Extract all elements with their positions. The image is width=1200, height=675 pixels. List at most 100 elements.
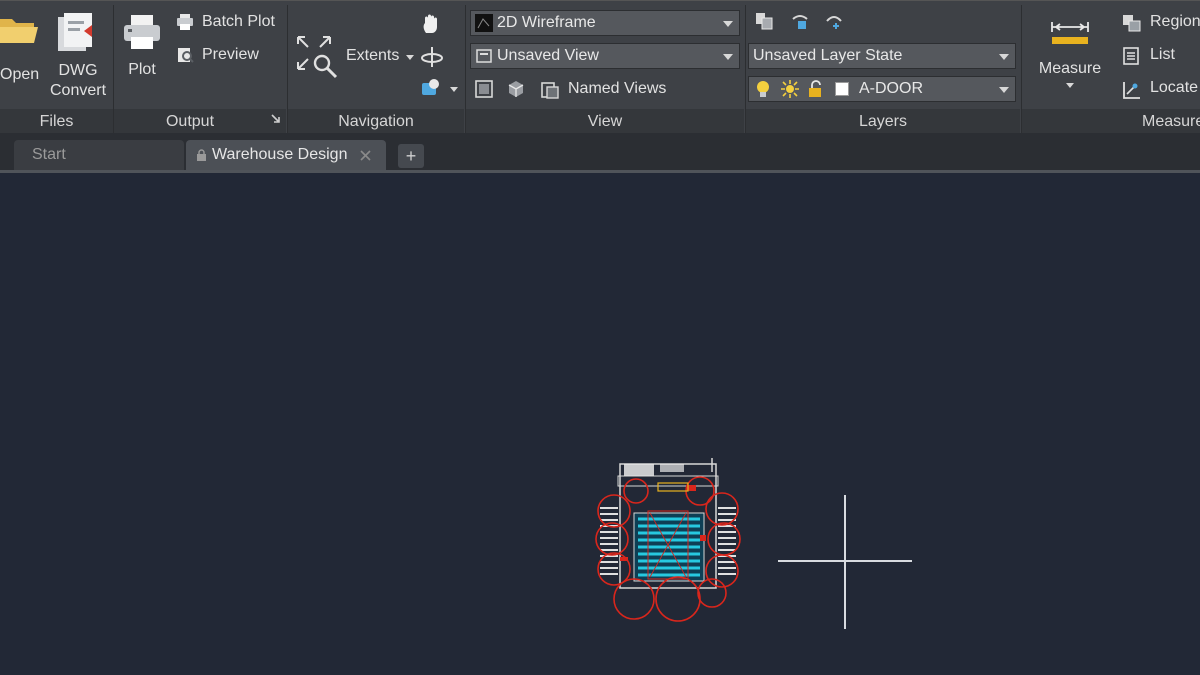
visual-style-dropdown[interactable]: 2D Wireframe — [470, 10, 740, 36]
steering-wheel-dropdown-arrow[interactable] — [450, 87, 458, 92]
measure-button[interactable]: Measure — [1030, 15, 1110, 95]
output-panel: Plot Batch Plot Preview Output — [114, 1, 286, 134]
visual-style-value: 2D Wireframe — [497, 14, 596, 31]
saved-view-dropdown[interactable]: Unsaved View — [470, 43, 740, 69]
close-icon[interactable] — [360, 150, 371, 161]
preview-button[interactable]: Preview — [174, 44, 282, 68]
layer-state-dropdown[interactable]: Unsaved Layer State — [748, 43, 1016, 69]
named-views-button[interactable]: Named Views — [538, 77, 688, 103]
region-label: Region — [1150, 13, 1200, 30]
plot-preview-icon — [178, 48, 194, 63]
layer-properties-icon — [756, 13, 773, 30]
locate-label: Locate — [1150, 79, 1199, 96]
view-manager-button[interactable] — [474, 79, 496, 101]
measure-panel-title: Measure — [1022, 109, 1200, 134]
zoom-extents-button[interactable]: Extents — [294, 31, 416, 81]
named-views-label: Named Views — [568, 80, 667, 97]
tab-start-label: Start — [32, 146, 66, 163]
preview-label: Preview — [202, 46, 259, 63]
tab-warehouse-design[interactable]: Warehouse Design — [186, 140, 386, 170]
wireframe-style-icon — [475, 14, 493, 32]
chevron-down-icon — [723, 21, 733, 27]
chevron-down-icon — [723, 54, 733, 60]
locate-point-icon — [1123, 82, 1140, 99]
sun-icon[interactable] — [781, 80, 799, 98]
view-cube-button[interactable] — [506, 79, 528, 101]
batch-plot-icon — [177, 14, 193, 30]
output-dialog-launcher[interactable] — [270, 113, 284, 129]
open-label: Open — [0, 66, 40, 83]
warehouse-drawing[interactable] — [595, 458, 741, 622]
tab-warehouse-design-label: Warehouse Design — [212, 146, 348, 163]
layer-properties-button[interactable] — [754, 11, 776, 33]
view-manager-icon — [475, 80, 493, 98]
unlocked-icon[interactable] — [807, 80, 823, 98]
layer-state-value: Unsaved Layer State — [753, 47, 903, 64]
layer-unisolate-button[interactable] — [824, 11, 846, 33]
list-label: List — [1150, 46, 1175, 63]
saved-view-value: Unsaved View — [497, 47, 599, 64]
layer-color-swatch[interactable] — [835, 82, 849, 96]
plot-label: Plot — [128, 61, 156, 78]
dialog-launcher-icon — [271, 114, 280, 123]
measure-label: Measure — [1038, 60, 1102, 77]
layer-isolate-button[interactable] — [790, 11, 812, 33]
steering-wheel-button[interactable] — [420, 77, 460, 101]
output-panel-title: Output — [114, 109, 286, 134]
zoom-extents-icon — [297, 36, 338, 79]
pan-hand-icon — [423, 14, 437, 33]
list-icon — [1123, 47, 1139, 65]
layer-isolate-icon — [792, 15, 808, 29]
lightbulb-icon[interactable] — [755, 80, 771, 98]
drawing-canvas[interactable] — [0, 173, 1200, 675]
navigation-panel: Extents Navigation — [288, 1, 464, 134]
region-button[interactable]: Region — [1120, 11, 1200, 35]
measure-distance-icon — [1051, 22, 1089, 44]
current-layer-dropdown[interactable]: A-DOOR — [748, 76, 1016, 102]
plus-icon: + — [405, 146, 417, 166]
layer-unisolate-icon — [826, 16, 842, 29]
files-panel-title: Files — [0, 109, 113, 134]
steering-wheel-icon — [422, 79, 439, 95]
file-tab-bar: Start Warehouse Design + — [0, 133, 1200, 173]
named-views-icon — [541, 82, 559, 99]
chevron-down-icon — [999, 87, 1009, 93]
chevron-down-icon — [999, 54, 1009, 60]
extents-dropdown-arrow[interactable] — [406, 55, 414, 60]
layers-panel: Unsaved Layer State A-DOOR Layers — [746, 1, 1020, 134]
saved-view-icon — [476, 49, 492, 63]
region-icon — [1123, 15, 1141, 32]
measure-dropdown-arrow[interactable] — [1066, 83, 1074, 88]
printer-icon — [124, 15, 160, 49]
new-tab-button[interactable]: + — [398, 144, 424, 168]
view-panel: 2D Wireframe Unsaved View Named Views Vi… — [466, 1, 744, 134]
dwg-convert-label-line1: DWG — [58, 62, 98, 79]
batch-plot-button[interactable]: Batch Plot — [174, 11, 282, 35]
lock-icon — [197, 149, 206, 161]
tab-start[interactable]: Start — [14, 140, 184, 170]
batch-plot-label: Batch Plot — [202, 13, 275, 30]
cube-icon — [508, 81, 524, 97]
autocad-window: Open DWG Convert Files Plot Batch Plot P… — [0, 0, 1200, 675]
view-panel-title: View — [466, 109, 744, 134]
navigation-panel-title: Navigation — [288, 109, 464, 134]
orbit-icon — [421, 47, 443, 67]
dwg-convert-icon — [58, 13, 92, 51]
plot-button[interactable]: Plot — [120, 9, 164, 81]
pan-button[interactable] — [420, 13, 444, 37]
dwg-convert-button[interactable]: DWG Convert — [46, 7, 110, 99]
extents-label: Extents — [346, 47, 400, 64]
measure-panel: Measure Region List Locate Measure — [1022, 1, 1200, 134]
folder-open-icon — [0, 19, 38, 43]
files-panel: Open DWG Convert Files — [0, 1, 113, 134]
crosshair-cursor — [778, 495, 912, 629]
ribbon: Open DWG Convert Files Plot Batch Plot P… — [0, 0, 1200, 134]
list-button[interactable]: List — [1120, 44, 1200, 68]
layers-panel-title: Layers — [746, 109, 1020, 134]
orbit-button[interactable] — [420, 45, 444, 69]
open-button[interactable]: Open — [0, 7, 44, 87]
dwg-convert-label-line2: Convert — [49, 82, 107, 99]
drawing-area[interactable] — [0, 173, 1200, 675]
locate-button[interactable]: Locate — [1120, 77, 1200, 101]
current-layer-value: A-DOOR — [859, 80, 923, 97]
